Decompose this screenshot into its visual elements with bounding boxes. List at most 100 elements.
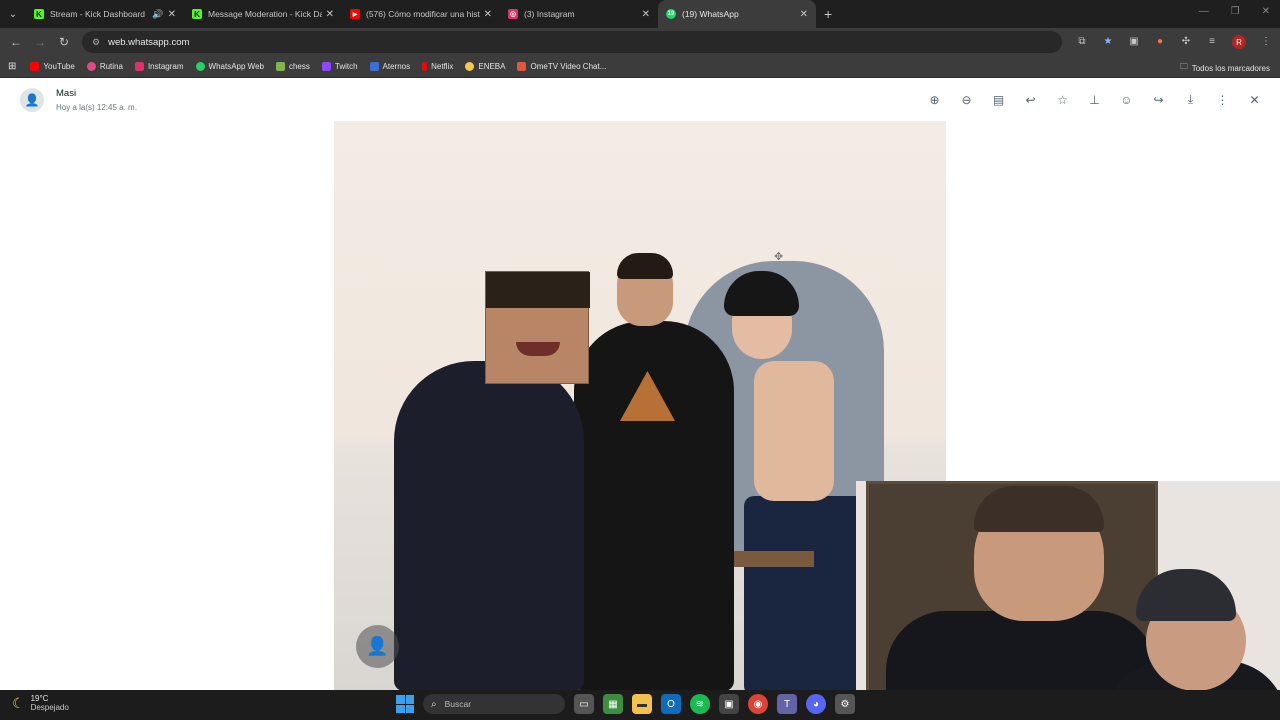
forward-icon[interactable]: ↪ [1151, 92, 1166, 107]
whatsapp-icon: 19 [666, 9, 676, 19]
url-text: web.whatsapp.com [108, 36, 190, 48]
new-tab-icon[interactable]: + [824, 6, 832, 22]
file-explorer-icon[interactable]: ▬ [632, 694, 652, 714]
bookmark-netflix[interactable]: Netflix [422, 62, 453, 71]
weather-condition: Despejado [30, 703, 69, 712]
tab-search-button[interactable]: ⌄ [0, 0, 26, 28]
extension-icon[interactable]: ▣ [1128, 35, 1140, 47]
tab-instagram[interactable]: ◎ (3) Instagram ✕ [500, 0, 658, 28]
address-bar[interactable]: ⚙ web.whatsapp.com [82, 31, 1062, 53]
photo-figure [617, 253, 673, 279]
close-window-icon[interactable]: ✕ [1262, 6, 1270, 17]
minimize-icon[interactable]: — [1199, 6, 1209, 17]
ometv-icon [517, 62, 527, 71]
profile-avatar[interactable]: R [1232, 35, 1246, 49]
spotify-icon[interactable]: ≋ [690, 694, 710, 714]
folder-icon: 🗀 [1179, 62, 1188, 71]
moon-icon: ☾ [12, 694, 25, 711]
reply-icon[interactable]: ↩ [1023, 92, 1038, 107]
bookmark-chess[interactable]: chess [275, 62, 310, 71]
temperature: 19°C [30, 694, 49, 703]
tab-kick-dashboard[interactable]: K Stream - Kick Dashboard 🔊 ✕ [26, 0, 184, 28]
aternos-icon [369, 62, 379, 71]
media-control-icon[interactable]: ≡ [1206, 35, 1218, 47]
minecraft-icon[interactable]: ▦ [603, 694, 623, 714]
photo-figure [754, 361, 834, 501]
bookmarks-bar: ⊞ YouTube Rutina Instagram WhatsApp Web … [0, 56, 1280, 78]
extension-icon[interactable]: ● [1154, 35, 1166, 47]
window-controls: — ❐ ✕ [1199, 6, 1270, 17]
tab-youtube-video[interactable]: ▶ (576) Cómo modificar una histo ✕ [342, 0, 500, 28]
instagram-icon [134, 62, 144, 71]
sender-avatar-icon[interactable]: 👤 [20, 88, 44, 112]
store-icon[interactable]: ▣ [719, 694, 739, 714]
sticker-hair [486, 272, 590, 308]
taskbar-apps: ⌕ Buscar ▭ ▦ ▬ O ≋ ▣ ◉ T ◕ ⚙ [396, 694, 855, 714]
netflix-icon [422, 62, 428, 71]
message-timestamp: Hoy a la(s) 12:45 a. m. [56, 103, 137, 112]
browser-menu-icon[interactable]: ⋮ [1260, 35, 1272, 47]
sender-info: 👤 Masi Hoy a la(s) 12:45 a. m. [20, 88, 137, 112]
close-tab-icon[interactable]: ✕ [326, 9, 334, 20]
site-info-icon[interactable]: ⚙ [92, 37, 100, 48]
bookmark-ometv[interactable]: OmeTV Video Chat... [517, 62, 606, 71]
task-view-icon[interactable]: ▭ [574, 694, 594, 714]
bookmark-star-icon[interactable]: ★ [1102, 35, 1114, 47]
search-placeholder: Buscar [444, 699, 472, 709]
discord-icon[interactable]: ◕ [806, 694, 826, 714]
close-viewer-icon[interactable]: ✕ [1247, 92, 1262, 107]
teams-icon[interactable]: T [777, 694, 797, 714]
instagram-icon: ◎ [508, 9, 518, 19]
photo-figure [574, 321, 734, 690]
toolbar-icons: ⧉ ★ ▣ ● ✣ ≡ R ⋮ [1076, 35, 1272, 49]
bookmark-youtube[interactable]: YouTube [30, 62, 75, 71]
bookmark-twitch[interactable]: Twitch [321, 62, 358, 71]
youtube-icon [30, 62, 40, 71]
weather-widget[interactable]: ☾ 19°C Despejado [12, 694, 69, 712]
bookmark-instagram[interactable]: Instagram [134, 62, 184, 71]
reload-icon[interactable]: ↻ [52, 35, 76, 49]
kick-icon: K [34, 9, 44, 19]
all-bookmarks-folder[interactable]: 🗀 Todos los marcadores [1180, 61, 1270, 75]
close-tab-icon[interactable]: ✕ [642, 9, 650, 20]
restore-icon[interactable]: ❐ [1231, 6, 1240, 17]
pin-icon[interactable]: ⊥ [1087, 92, 1102, 107]
emoji-react-icon[interactable]: ☺ [1119, 92, 1134, 107]
bookmark-aternos[interactable]: Aternos [369, 62, 410, 71]
install-app-icon[interactable]: ⧉ [1076, 35, 1088, 47]
close-tab-icon[interactable]: ✕ [168, 9, 176, 20]
taskbar-search[interactable]: ⌕ Buscar [423, 694, 565, 714]
close-tab-icon[interactable]: ✕ [484, 9, 492, 20]
chrome-icon[interactable]: ◉ [748, 694, 768, 714]
go-to-message-icon[interactable]: ▤ [991, 92, 1006, 107]
user-avatar-icon[interactable]: 👤 [356, 625, 399, 668]
sender-name: Masi [56, 88, 77, 99]
zoom-in-icon[interactable]: ⊕ [927, 92, 942, 107]
rutina-icon [86, 62, 96, 71]
bookmark-rutina[interactable]: Rutina [86, 62, 123, 71]
whatsapp-icon [195, 62, 205, 71]
bookmark-eneba[interactable]: ENEBA [465, 62, 505, 71]
settings-gear-icon[interactable]: ⚙ [835, 694, 855, 714]
tab-title: (3) Instagram [524, 9, 575, 19]
extensions-puzzle-icon[interactable]: ✣ [1180, 35, 1192, 47]
speaker-icon[interactable]: 🔊 [152, 9, 163, 20]
star-icon[interactable]: ☆ [1055, 92, 1070, 107]
tab-title: (576) Cómo modificar una histo [366, 9, 480, 19]
windows-start-icon[interactable] [396, 695, 414, 713]
back-icon[interactable]: ← [4, 35, 28, 49]
photo-image[interactable]: ✥ [334, 121, 946, 690]
zoom-out-icon[interactable]: ⊖ [959, 92, 974, 107]
more-options-icon[interactable]: ⋮ [1215, 92, 1230, 107]
download-icon[interactable]: ⤓ [1183, 92, 1198, 107]
apps-grid-icon[interactable]: ⊞ [8, 61, 16, 72]
face-sticker [485, 271, 590, 384]
tab-whatsapp[interactable]: 19 (19) WhatsApp ✕ [658, 0, 816, 28]
tab-title: Message Moderation - Kick Da [208, 9, 322, 19]
tab-message-moderation[interactable]: K Message Moderation - Kick Da ✕ [184, 0, 342, 28]
close-tab-icon[interactable]: ✕ [800, 9, 808, 20]
bookmark-whatsapp-web[interactable]: WhatsApp Web [195, 62, 264, 71]
outlook-icon[interactable]: O [661, 694, 681, 714]
kick-icon: K [192, 9, 202, 19]
forward-icon[interactable]: → [28, 35, 52, 49]
